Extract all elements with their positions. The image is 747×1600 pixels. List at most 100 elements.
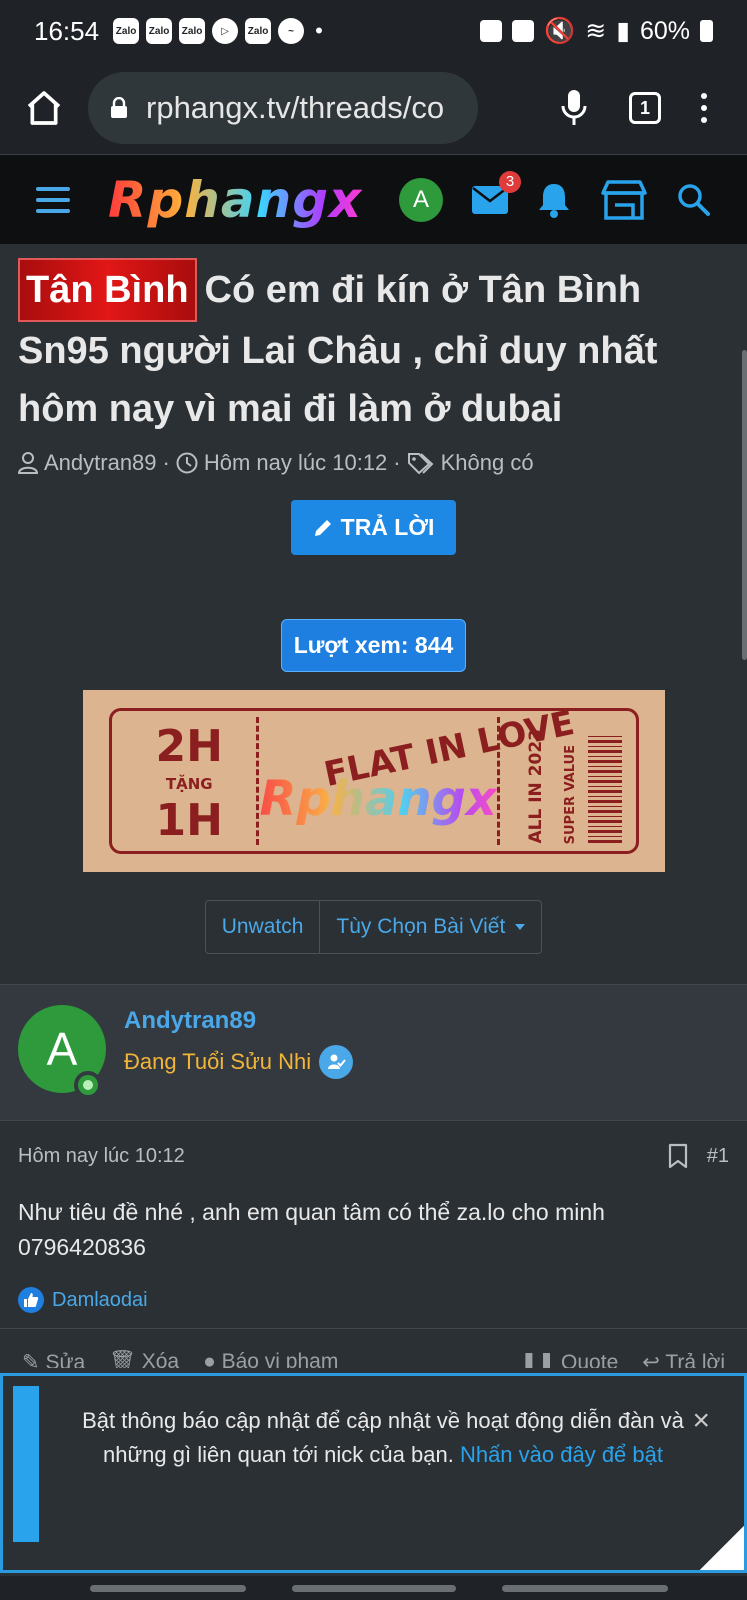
post-actions-bar: ✎ Sửa 🗑 Xóa ● Báo vi phạm ❚❚ Quote ↩ Trả… bbox=[0, 1328, 747, 1368]
zalo-notification-icon: Zalo bbox=[113, 18, 140, 44]
corner-fold-icon bbox=[700, 1526, 744, 1570]
pencil-icon bbox=[314, 519, 331, 536]
thread-tags: Không có bbox=[440, 450, 534, 475]
wifi-icon: ≋ bbox=[585, 17, 607, 45]
edit-label: Sửa bbox=[45, 1351, 86, 1368]
banner-left-mid: TẶNG bbox=[165, 775, 213, 793]
gesture-handle[interactable] bbox=[502, 1585, 668, 1592]
reply-post-link[interactable]: ↩ Trả lời bbox=[642, 1350, 725, 1368]
reply-label: Trả lời bbox=[665, 1351, 725, 1368]
unwatch-button[interactable]: Unwatch bbox=[206, 901, 320, 953]
post-author-name[interactable]: Andytran89 bbox=[124, 1007, 256, 1035]
system-status-bar: 16:54 Zalo Zalo Zalo ▷ Zalo ~ • 🔇 ≋ ▮ 60… bbox=[0, 0, 747, 62]
zalo-notification-icon: Zalo bbox=[146, 18, 173, 44]
banner-left-top: 2H bbox=[155, 721, 223, 772]
post-message: Hôm nay lúc 10:12 #1 Như tiêu đề nhé , a… bbox=[0, 1121, 747, 1335]
user-title: Đang Tuổi Sửu Nhi bbox=[124, 1045, 354, 1079]
browser-menu-button[interactable] bbox=[701, 93, 707, 123]
post-date-link[interactable]: Hôm nay lúc 10:12 bbox=[18, 1145, 185, 1168]
post-options-dropdown[interactable]: Tùy Chọn Bài Viết bbox=[319, 901, 541, 953]
messenger-notification-icon: ~ bbox=[278, 18, 305, 44]
enable-notifications-link[interactable]: Nhấn vào đây để bật bbox=[460, 1442, 663, 1467]
folder-icon bbox=[480, 20, 503, 42]
banner-side-text-2: SUPER VALUE bbox=[562, 745, 578, 845]
thread-meta: Andytran89 · Hôm nay lúc 10:12 · Không c… bbox=[18, 450, 729, 476]
mute-icon: 🔇 bbox=[544, 16, 576, 45]
close-icon[interactable]: × bbox=[692, 1404, 710, 1438]
bell-icon[interactable] bbox=[537, 181, 571, 219]
ticket-divider bbox=[496, 717, 500, 845]
barcode-graphic bbox=[587, 733, 622, 843]
thread-title: Tân Bình Có em đi kín ở Tân Bình Sn95 ngư… bbox=[18, 258, 729, 438]
thread-author-link[interactable]: Andytran89 bbox=[44, 450, 157, 476]
account-avatar[interactable]: A bbox=[399, 177, 443, 222]
navigation-gesture-bar bbox=[0, 1576, 747, 1600]
store-icon[interactable] bbox=[599, 179, 649, 221]
reply-button-label: TRẢ LỜI bbox=[340, 514, 435, 540]
site-header: Rphangx A 3 bbox=[0, 154, 747, 244]
edit-post-link[interactable]: ✎ Sửa bbox=[22, 1350, 85, 1368]
push-notification-prompt: Bật thông báo cập nhật để cập nhật về ho… bbox=[0, 1373, 747, 1573]
quote-label: Quote bbox=[561, 1351, 619, 1368]
reactions-bar: Damlaodai bbox=[18, 1287, 729, 1313]
report-post-link[interactable]: ● Báo vi phạm bbox=[203, 1350, 338, 1368]
menu-icon[interactable] bbox=[36, 186, 70, 213]
view-count-badge: Lượt xem: 844 bbox=[280, 619, 467, 672]
post-options-label: Tùy Chọn Bài Viết bbox=[336, 915, 506, 938]
inbox-badge: 3 bbox=[499, 170, 521, 193]
zalo-notification-icon: Zalo bbox=[245, 18, 272, 44]
thread-options-bar: Unwatch Tùy Chọn Bài Viết bbox=[204, 900, 543, 954]
url-text: rphangx.tv/threads/co bbox=[146, 90, 445, 125]
banner-left-bottom: 1H bbox=[155, 795, 223, 846]
browser-toolbar: rphangx.tv/threads/co 1 bbox=[0, 62, 747, 154]
zalo-notification-icon: Zalo bbox=[179, 18, 206, 44]
notice-accent-stripe bbox=[13, 1386, 39, 1542]
post-author-card: A Andytran89 Đang Tuổi Sửu Nhi bbox=[0, 984, 747, 1121]
microphone-icon[interactable] bbox=[559, 88, 589, 128]
bookmark-icon[interactable] bbox=[667, 1143, 689, 1169]
like-icon bbox=[18, 1287, 44, 1313]
home-button[interactable] bbox=[20, 84, 68, 132]
home-icon bbox=[27, 91, 61, 125]
banner-watermark: Rphangx bbox=[259, 771, 497, 827]
notice-text: Bật thông báo cập nhật để cập nhật về ho… bbox=[73, 1404, 693, 1472]
promo-banner[interactable]: 2H TẶNG 1H FLAT IN LOVE Rphangx ALL IN 2… bbox=[82, 690, 665, 872]
inbox-button[interactable]: 3 bbox=[471, 170, 521, 215]
clock: 16:54 bbox=[34, 15, 100, 46]
signal-icon: ▮ bbox=[616, 17, 630, 45]
tags-icon bbox=[407, 453, 434, 474]
chevron-down-icon bbox=[515, 924, 526, 930]
user-title-text: Đang Tuổi Sửu Nhi bbox=[124, 1049, 312, 1074]
ticket-graphic: 2H TẶNG 1H FLAT IN LOVE Rphangx ALL IN 2… bbox=[108, 703, 639, 854]
banner-side-text: ALL IN 2023 bbox=[525, 729, 546, 844]
thread-prefix-label[interactable]: Tân Bình bbox=[18, 258, 197, 322]
delete-label: Xóa bbox=[141, 1350, 180, 1368]
report-label: Báo vi phạm bbox=[221, 1350, 339, 1368]
post-number-link[interactable]: #1 bbox=[707, 1145, 729, 1168]
verified-badge-icon bbox=[319, 1045, 354, 1079]
thread-header: Tân Bình Có em đi kín ở Tân Bình Sn95 ngư… bbox=[0, 244, 747, 954]
post-meta: Hôm nay lúc 10:12 #1 bbox=[18, 1143, 729, 1169]
meta-separator: · bbox=[162, 450, 170, 475]
user-icon bbox=[18, 452, 38, 474]
address-bar[interactable]: rphangx.tv/threads/co bbox=[88, 72, 478, 144]
more-notifications-icon: • bbox=[315, 18, 323, 43]
meta-separator: · bbox=[393, 450, 401, 475]
online-status-icon bbox=[74, 1071, 102, 1099]
site-logo[interactable]: Rphangx bbox=[108, 171, 362, 229]
lock-icon bbox=[111, 97, 127, 118]
reply-button[interactable]: TRẢ LỜI bbox=[290, 500, 457, 555]
sim-icon bbox=[512, 20, 535, 42]
ticket-divider bbox=[255, 717, 259, 845]
gesture-handle[interactable] bbox=[292, 1585, 456, 1592]
thread-date-link[interactable]: Hôm nay lúc 10:12 bbox=[204, 450, 387, 476]
reaction-user-link[interactable]: Damlaodai bbox=[52, 1289, 148, 1312]
search-icon[interactable] bbox=[677, 183, 711, 217]
battery-level: 60% bbox=[639, 16, 690, 45]
quote-post-link[interactable]: ❚❚ Quote bbox=[520, 1350, 618, 1368]
battery-icon bbox=[700, 20, 713, 42]
system-indicators: 🔇 ≋ ▮ 60% bbox=[480, 16, 713, 46]
tab-switcher-button[interactable]: 1 bbox=[629, 92, 661, 124]
gesture-handle[interactable] bbox=[90, 1585, 246, 1592]
delete-post-link[interactable]: 🗑 Xóa bbox=[109, 1350, 179, 1368]
